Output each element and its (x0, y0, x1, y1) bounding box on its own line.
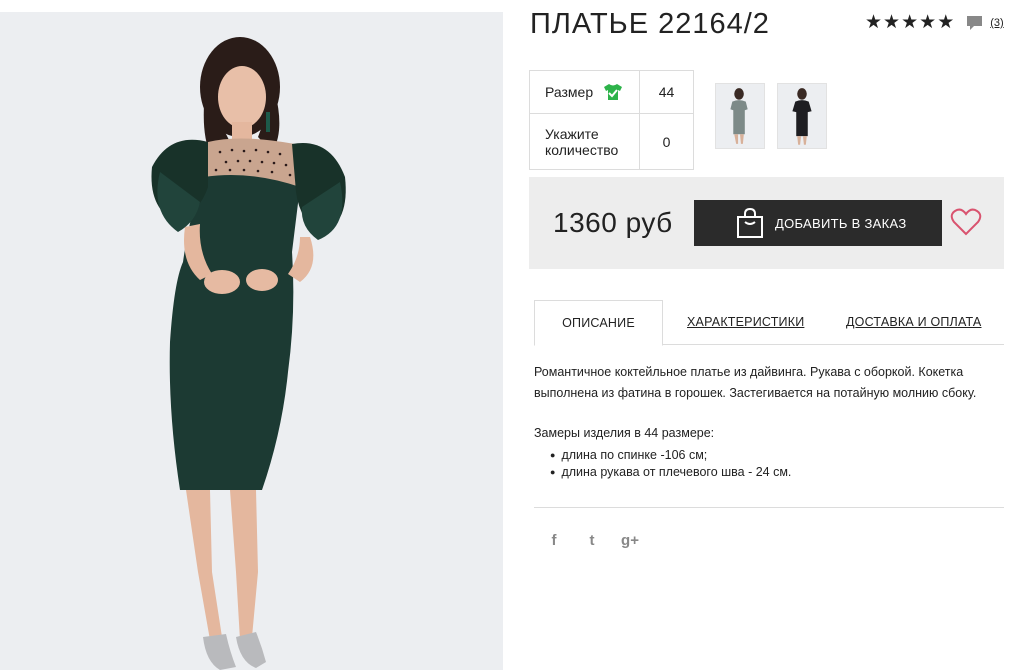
list-item: длина рукава от плечевого шва - 24 см. (550, 464, 791, 481)
size-label-cell: Размер (529, 70, 640, 114)
google-plus-icon[interactable]: g+ (621, 532, 639, 549)
product-title: ПЛАТЬЕ 22164/2 (530, 8, 770, 40)
divider (534, 507, 1004, 508)
size-chart-icon[interactable] (603, 83, 623, 101)
add-to-order-label: ДОБАВИТЬ В ЗАКАЗ (775, 215, 907, 231)
star-icon[interactable]: ★ (865, 13, 882, 33)
rating-stars[interactable]: ★ ★ ★ ★ ★ (865, 13, 954, 33)
tab-characteristics[interactable]: ХАРАКТЕРИСТИКИ (687, 300, 804, 345)
twitter-icon[interactable]: t (583, 532, 601, 549)
shopping-bag-icon (737, 208, 763, 238)
product-tabs: ОПИСАНИЕ ХАРАКТЕРИСТИКИ ДОСТАВКА И ОПЛАТ… (534, 300, 1004, 346)
thumbnail-black-dress[interactable] (777, 83, 827, 149)
star-icon[interactable]: ★ (883, 13, 900, 33)
star-icon[interactable]: ★ (919, 13, 936, 33)
star-icon[interactable]: ★ (901, 13, 918, 33)
star-icon[interactable]: ★ (937, 13, 954, 33)
quantity-input[interactable]: 0 (639, 113, 694, 170)
price-box: 1360 руб ДОБАВИТЬ В ЗАКАЗ (529, 177, 1004, 269)
product-description: Романтичное коктейльное платье из дайвин… (534, 365, 977, 400)
tab-description[interactable]: ОПИСАНИЕ (534, 300, 663, 346)
product-rating: ★ ★ ★ ★ ★ (3) (865, 13, 1004, 33)
size-label: Размер (545, 84, 594, 100)
list-item: длина по спинке -106 см; (550, 447, 791, 464)
measurements-list: длина по спинке -106 см; длина рукава от… (550, 447, 791, 481)
product-thumbnails (715, 83, 827, 149)
facebook-icon[interactable]: f (545, 532, 563, 549)
wishlist-heart-icon[interactable] (950, 206, 982, 238)
product-main-photo[interactable] (0, 12, 503, 670)
size-value[interactable]: 44 (639, 70, 694, 114)
social-share: f t g+ (545, 532, 639, 549)
product-options-table: Размер 44 Укажите количество 0 (529, 70, 694, 170)
measurements-title: Замеры изделия в 44 размере: (534, 426, 715, 440)
thumbnail-grey-dress[interactable] (715, 83, 765, 149)
quantity-label: Укажите количество (529, 113, 640, 170)
add-to-order-button[interactable]: ДОБАВИТЬ В ЗАКАЗ (694, 200, 942, 246)
price: 1360 руб (553, 207, 673, 238)
tab-delivery-payment[interactable]: ДОСТАВКА И ОПЛАТА (846, 300, 981, 345)
comment-icon[interactable] (966, 15, 983, 31)
review-count-link[interactable]: (3) (990, 17, 1003, 29)
